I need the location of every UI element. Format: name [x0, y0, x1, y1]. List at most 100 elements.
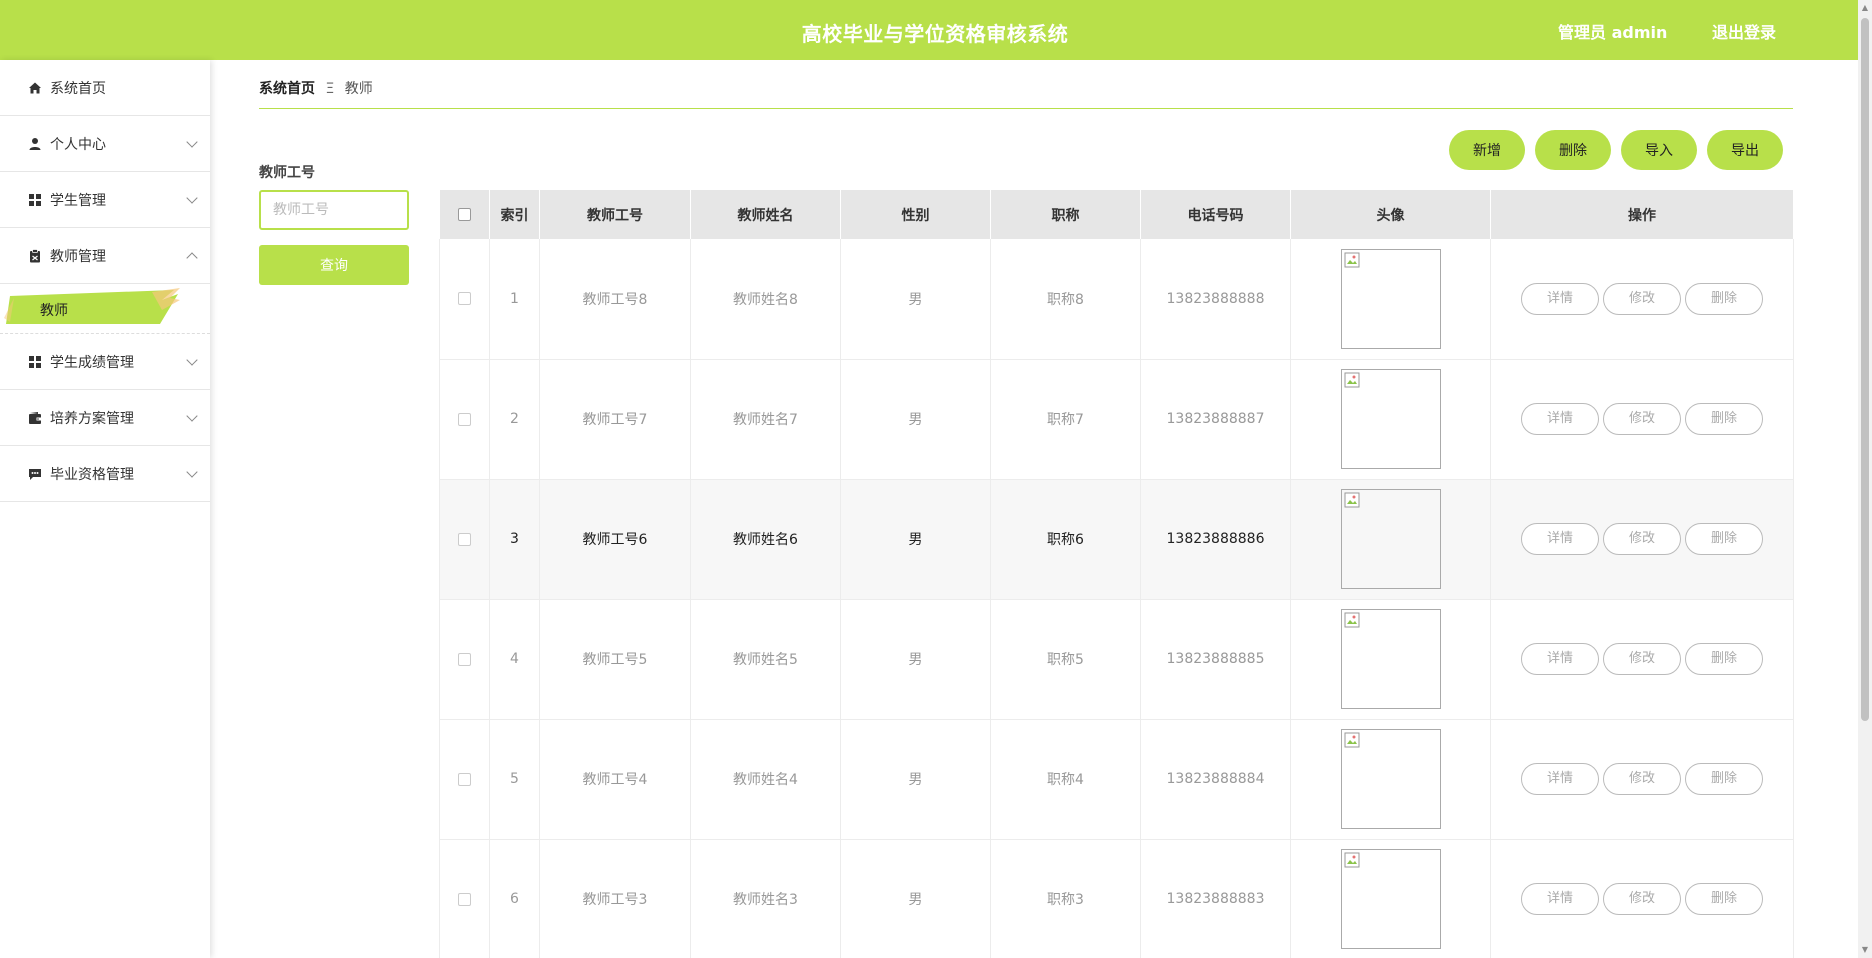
cell-gender: 男 — [840, 839, 991, 958]
scroll-up-arrow-icon[interactable]: ▲ — [1860, 3, 1870, 13]
chevron-down-icon — [186, 354, 198, 366]
detail-button[interactable]: 详情 — [1521, 763, 1599, 795]
chevron-down-icon — [186, 410, 198, 422]
active-brush-highlight — [4, 288, 180, 324]
row-checkbox[interactable] — [458, 412, 471, 426]
chevron-down-icon — [186, 136, 198, 148]
cell-teacher-id: 教师工号6 — [539, 479, 691, 600]
cell-teacher-name: 教师姓名8 — [690, 239, 841, 360]
table-row[interactable]: 2 教师工号7 教师姓名7 男 职称7 13823888887 详情 修改 删除 — [439, 359, 1794, 480]
sidebar-subitem-teacher[interactable]: 教师 — [0, 284, 210, 334]
sidebar-item-graduation-qualification[interactable]: 毕业资格管理 — [0, 446, 210, 502]
delete-button[interactable]: 删除 — [1685, 403, 1763, 435]
sidebar-item-home[interactable]: 系统首页 — [0, 60, 210, 116]
user-icon — [28, 137, 42, 151]
cell-gender: 男 — [840, 479, 991, 600]
cell-actions: 详情 修改 删除 — [1490, 239, 1794, 360]
select-all-header — [439, 190, 490, 239]
sidebar-subitem-label: 教师 — [40, 303, 68, 319]
sidebar-item-label: 教师管理 — [50, 248, 106, 265]
breadcrumb-home[interactable]: 系统首页 — [259, 81, 315, 97]
column-header-avatar: 头像 — [1290, 190, 1491, 239]
grid-icon — [28, 355, 42, 369]
cell-actions: 详情 修改 删除 — [1490, 719, 1794, 840]
sidebar-item-training-plan[interactable]: 培养方案管理 — [0, 390, 210, 446]
cell-teacher-id: 教师工号7 — [539, 359, 691, 480]
sidebar-item-personal-center[interactable]: 个人中心 — [0, 116, 210, 172]
detail-button[interactable]: 详情 — [1521, 523, 1599, 555]
sidebar-item-label: 学生成绩管理 — [50, 354, 134, 371]
cell-title: 职称5 — [990, 599, 1141, 720]
cell-title: 职称6 — [990, 479, 1141, 600]
detail-button[interactable]: 详情 — [1521, 282, 1599, 315]
delete-button[interactable]: 删除 — [1685, 883, 1763, 915]
grid-icon — [28, 193, 42, 207]
cell-avatar — [1290, 599, 1491, 720]
batch-delete-button[interactable]: 删除 — [1535, 130, 1611, 170]
sidebar: 系统首页 个人中心 学生管理 教师管理 教师 学生成绩管理 培养方案管理 毕业资… — [0, 60, 210, 958]
column-header-phone: 电话号码 — [1140, 190, 1291, 239]
cell-title: 职称3 — [990, 839, 1141, 958]
table-header-row: 索引 教师工号 教师姓名 性别 职称 电话号码 头像 操作 — [439, 190, 1794, 239]
cell-title: 职称4 — [990, 719, 1141, 840]
sidebar-item-student-management[interactable]: 学生管理 — [0, 172, 210, 228]
avatar — [1340, 369, 1441, 469]
column-header-index: 索引 — [489, 190, 540, 239]
cell-avatar — [1290, 839, 1491, 958]
detail-button[interactable]: 详情 — [1521, 643, 1599, 675]
cell-avatar — [1290, 719, 1491, 840]
scrollbar-thumb[interactable] — [1861, 18, 1869, 721]
chevron-up-icon — [186, 252, 198, 264]
row-checkbox[interactable] — [458, 532, 471, 546]
sidebar-item-label: 系统首页 — [50, 80, 106, 97]
row-checkbox[interactable] — [458, 652, 471, 666]
delete-button[interactable]: 删除 — [1685, 523, 1763, 555]
cell-actions: 详情 修改 删除 — [1490, 479, 1794, 600]
edit-button[interactable]: 修改 — [1603, 403, 1681, 435]
edit-button[interactable]: 修改 — [1603, 643, 1681, 675]
detail-button[interactable]: 详情 — [1521, 403, 1599, 435]
avatar — [1340, 489, 1441, 589]
cell-actions: 详情 修改 删除 — [1490, 359, 1794, 480]
table-row[interactable]: 6 教师工号3 教师姓名3 男 职称3 13823888883 详情 修改 删除 — [439, 839, 1794, 958]
sidebar-item-student-grades[interactable]: 学生成绩管理 — [0, 334, 210, 390]
cell-index: 6 — [489, 839, 540, 958]
delete-button[interactable]: 删除 — [1685, 763, 1763, 795]
delete-button[interactable]: 删除 — [1685, 282, 1763, 315]
table-row[interactable]: 3 教师工号6 教师姓名6 男 职称6 13823888886 详情 修改 删除 — [439, 479, 1794, 600]
cell-teacher-id: 教师工号4 — [539, 719, 691, 840]
cell-actions: 详情 修改 删除 — [1490, 839, 1794, 958]
teacher-id-search-input[interactable] — [259, 190, 409, 230]
chevron-down-icon — [186, 192, 198, 204]
cell-teacher-name: 教师姓名3 — [690, 839, 841, 958]
edit-button[interactable]: 修改 — [1603, 282, 1681, 315]
scroll-down-arrow-icon[interactable]: ▼ — [1860, 945, 1870, 955]
table-row[interactable]: 5 教师工号4 教师姓名4 男 职称4 13823888884 详情 修改 删除 — [439, 719, 1794, 840]
cell-index: 2 — [489, 359, 540, 480]
import-button[interactable]: 导入 — [1621, 130, 1697, 170]
column-header-title: 职称 — [990, 190, 1141, 239]
delete-button[interactable]: 删除 — [1685, 643, 1763, 675]
add-button[interactable]: 新增 — [1449, 130, 1525, 170]
logout-link[interactable]: 退出登录 — [1712, 19, 1776, 43]
cell-gender: 男 — [840, 599, 991, 720]
sidebar-item-teacher-management[interactable]: 教师管理 — [0, 228, 210, 284]
export-button[interactable]: 导出 — [1707, 130, 1783, 170]
edit-button[interactable]: 修改 — [1603, 763, 1681, 795]
select-all-checkbox[interactable] — [457, 208, 471, 221]
edit-button[interactable]: 修改 — [1603, 883, 1681, 915]
page-scrollbar[interactable]: ▲ ▼ — [1858, 0, 1872, 958]
home-icon — [28, 81, 42, 95]
broken-image-icon — [1344, 612, 1359, 628]
row-checkbox[interactable] — [458, 892, 471, 906]
row-checkbox[interactable] — [458, 772, 471, 786]
table-row[interactable]: 4 教师工号5 教师姓名5 男 职称5 13823888885 详情 修改 删除 — [439, 599, 1794, 720]
table-row[interactable]: 1 教师工号8 教师姓名8 男 职称8 13823888888 详情 修改 删除 — [439, 239, 1794, 360]
row-checkbox[interactable] — [458, 292, 471, 306]
edit-button[interactable]: 修改 — [1603, 523, 1681, 555]
clipboard-icon — [28, 248, 42, 263]
search-button[interactable]: 查询 — [259, 245, 409, 285]
cell-gender: 男 — [840, 359, 991, 480]
chevron-down-icon — [186, 466, 198, 478]
detail-button[interactable]: 详情 — [1521, 883, 1599, 915]
